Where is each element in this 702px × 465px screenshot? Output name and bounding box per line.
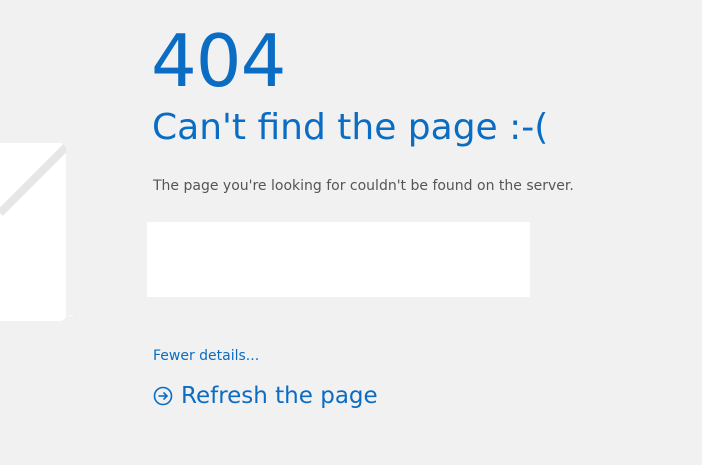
brand-logo	[0, 143, 66, 321]
refresh-page-label: Refresh the page	[181, 383, 378, 409]
error-page: ™ 404 Can't find the page :-( The page y…	[0, 0, 702, 465]
trademark-symbol: ™	[67, 314, 74, 322]
details-panel	[147, 222, 530, 297]
error-code: 404	[151, 19, 286, 103]
refresh-page-link[interactable]: Refresh the page	[153, 380, 378, 412]
circle-arrow-right-icon	[153, 386, 173, 406]
error-message: The page you're looking for couldn't be …	[153, 178, 574, 194]
fewer-details-link[interactable]: Fewer details...	[153, 346, 259, 366]
error-headline: Can't find the page :-(	[152, 107, 549, 148]
